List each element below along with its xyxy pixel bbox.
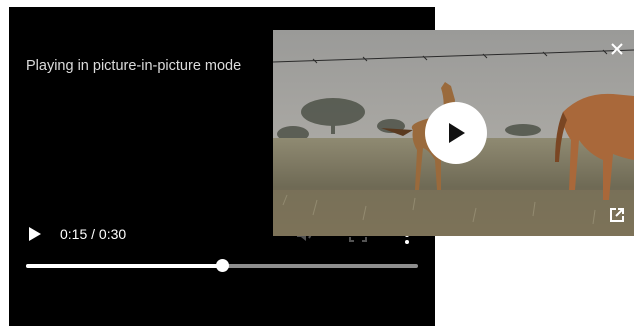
seek-progress-fill [26, 264, 222, 268]
back-to-tab-icon [610, 208, 624, 222]
close-icon [611, 43, 623, 55]
back-to-tab-button[interactable] [609, 207, 625, 223]
play-icon [449, 123, 465, 143]
pip-close-button[interactable] [610, 42, 624, 56]
pip-window[interactable] [273, 30, 634, 236]
pip-play-button[interactable] [425, 102, 487, 164]
time-display: 0:15 / 0:30 [60, 226, 127, 242]
seek-bar[interactable] [26, 259, 418, 272]
seek-thumb[interactable] [216, 259, 229, 272]
play-button[interactable] [27, 226, 43, 242]
play-icon [29, 227, 41, 241]
pip-status-message: Playing in picture-in-picture mode [26, 58, 242, 74]
